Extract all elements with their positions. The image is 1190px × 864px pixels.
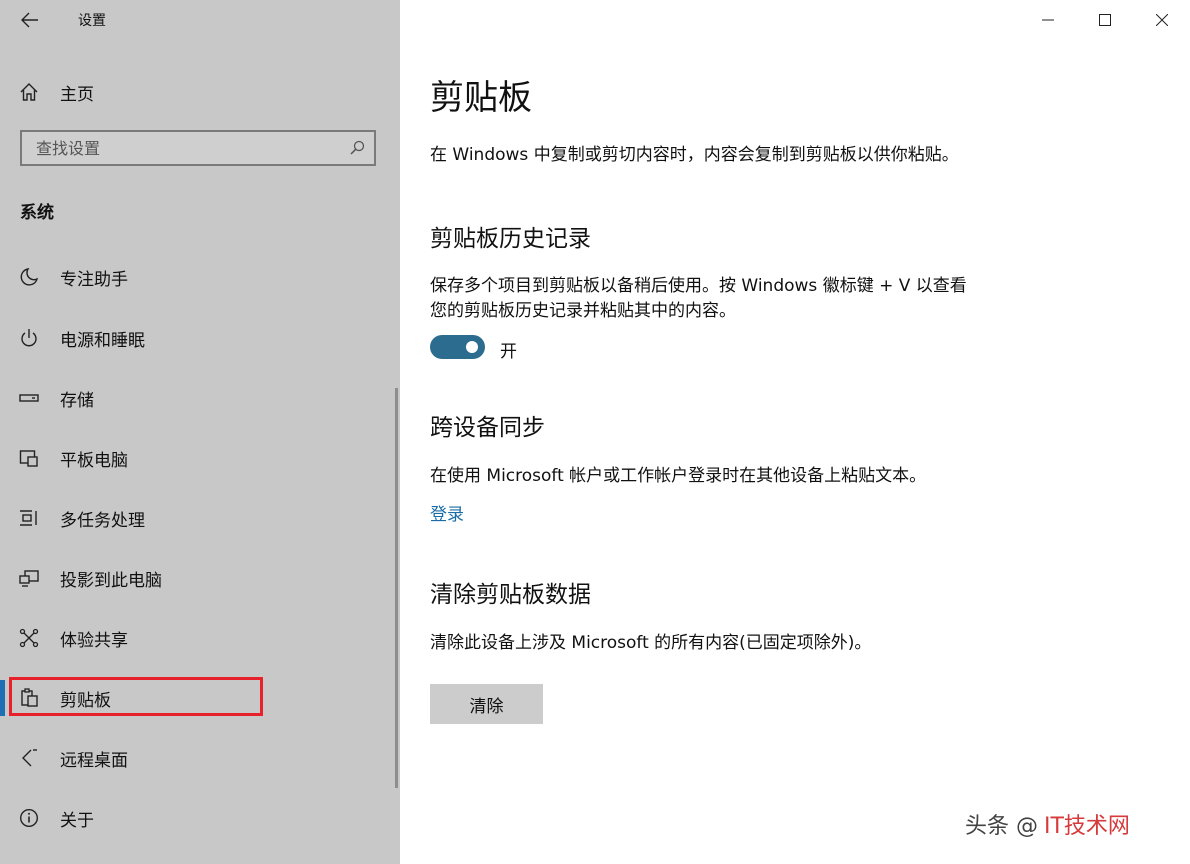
history-toggle[interactable] (430, 335, 485, 359)
minimize-icon (1041, 19, 1054, 21)
watermark: 头条 @ IT技术网 (965, 808, 1130, 840)
tablet-icon (18, 447, 40, 469)
sidebar-item-shared-experiences[interactable]: 体验共享 (0, 616, 396, 660)
remote-desktop-icon (18, 747, 40, 769)
search-box (20, 130, 376, 166)
sidebar-item-power-sleep[interactable]: 电源和睡眠 (0, 316, 396, 360)
storage-icon (18, 387, 40, 409)
project-icon (18, 567, 40, 589)
sidebar-item-label: 存储 (60, 390, 94, 411)
close-icon (1155, 14, 1168, 26)
sidebar: 设置 主页 系统 专注助手 电源和睡眠 存储 (0, 0, 400, 864)
sidebar-item-multitasking[interactable]: 多任务处理 (0, 496, 396, 540)
watermark-part2: IT技术网 (1044, 814, 1130, 839)
sync-description: 在使用 Microsoft 帐户或工作帐户登录时在其他设备上粘贴文本。 (430, 466, 927, 486)
active-indicator (0, 680, 5, 716)
history-toggle-label: 开 (500, 342, 517, 362)
sidebar-item-label: 平板电脑 (60, 450, 128, 471)
minimize-button[interactable] (1019, 0, 1076, 40)
sidebar-item-storage[interactable]: 存储 (0, 376, 396, 420)
sidebar-item-label: 专注助手 (60, 269, 128, 290)
clear-heading: 清除剪贴板数据 (430, 582, 591, 608)
sidebar-item-home[interactable]: 主页 (0, 72, 400, 112)
sidebar-item-label: 电源和睡眠 (60, 330, 145, 351)
sidebar-item-project[interactable]: 投影到此电脑 (0, 556, 396, 600)
power-icon (18, 327, 40, 349)
close-button[interactable] (1133, 0, 1190, 40)
clear-description: 清除此设备上涉及 Microsoft 的所有内容(已固定项除外)。 (430, 633, 872, 653)
watermark-part1: 头条 @ (965, 814, 1038, 839)
sign-in-link[interactable]: 登录 (430, 500, 464, 525)
history-text-line1: 保存多个项目到剪贴板以备稍后使用。按 Windows 徽标键 + V 以查看 (430, 276, 967, 296)
moon-icon (18, 266, 40, 288)
back-button[interactable] (16, 6, 44, 34)
sidebar-item-label: 主页 (60, 84, 94, 105)
sidebar-item-label: 投影到此电脑 (60, 570, 162, 591)
page-description: 在 Windows 中复制或剪切内容时，内容会复制到剪贴板以供你粘贴。 (430, 145, 959, 165)
history-description: 保存多个项目到剪贴板以备稍后使用。按 Windows 徽标键 + V 以查看 您… (430, 274, 990, 324)
search-icon[interactable] (348, 139, 366, 157)
sync-heading: 跨设备同步 (430, 415, 545, 441)
search-input[interactable] (22, 132, 356, 164)
sidebar-item-label: 体验共享 (60, 630, 128, 651)
window-controls (1019, 0, 1190, 40)
info-icon (18, 807, 40, 829)
share-icon (18, 627, 40, 649)
sidebar-item-label: 远程桌面 (60, 750, 128, 771)
maximize-button[interactable] (1076, 0, 1133, 40)
history-heading: 剪贴板历史记录 (430, 226, 591, 252)
back-arrow-icon (21, 12, 38, 28)
maximize-icon (1098, 14, 1111, 26)
home-icon (18, 81, 40, 103)
sidebar-item-focus-assist[interactable]: 专注助手 (0, 255, 396, 299)
section-title: 系统 (20, 203, 54, 223)
sidebar-item-label: 关于 (60, 810, 94, 831)
clear-button[interactable]: 清除 (430, 684, 543, 724)
sidebar-item-tablet[interactable]: 平板电脑 (0, 436, 396, 480)
toggle-knob (466, 341, 478, 353)
history-text-line2: 您的剪贴板历史记录并粘贴其中的内容。 (430, 301, 736, 321)
sidebar-item-label: 多任务处理 (60, 510, 145, 531)
sidebar-scrollbar[interactable] (395, 388, 398, 788)
sidebar-item-remote-desktop[interactable]: 远程桌面 (0, 736, 396, 780)
main-content: 剪贴板 在 Windows 中复制或剪切内容时，内容会复制到剪贴板以供你粘贴。 … (400, 0, 1190, 864)
multitasking-icon (18, 507, 40, 529)
highlight-annotation (9, 677, 263, 716)
window-title: 设置 (78, 13, 106, 29)
page-title: 剪贴板 (430, 78, 532, 118)
sidebar-item-about[interactable]: 关于 (0, 796, 396, 840)
